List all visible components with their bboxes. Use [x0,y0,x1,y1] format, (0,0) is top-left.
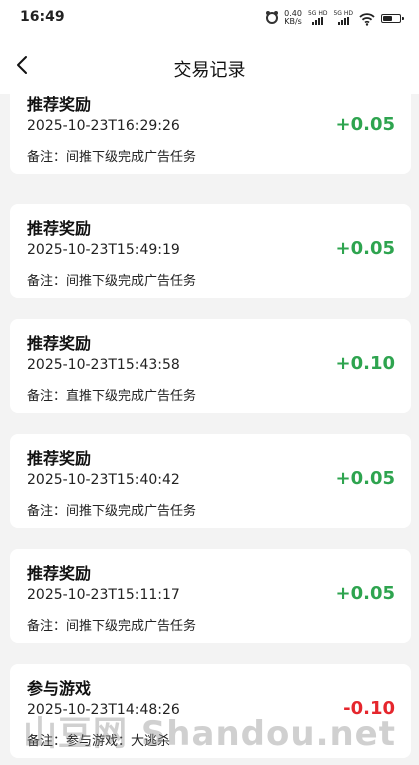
battery-icon [381,13,404,23]
transaction-amount: +0.05 [335,238,396,259]
signal-icon: 5G HD [333,11,353,25]
alarm-icon [266,11,279,24]
wifi-icon [359,11,375,26]
note-label: 备注： [27,504,67,519]
note-text: 间推下级完成广告任务 [66,619,197,634]
transaction-title: 推荐奖励 [27,219,92,238]
net-speed: 0.40 KB/s [284,10,302,26]
transaction-amount: -0.10 [343,698,395,719]
transaction-amount: +0.05 [335,114,396,135]
transaction-time: 2025-10-23T15:49:19 [27,242,180,258]
note-label: 备注： [27,389,67,404]
transaction-note: 备注：间推下级完成广告任务 [27,500,196,519]
note-text: 间推下级完成广告任务 [66,274,197,289]
transaction-time: 2025-10-23T14:48:26 [27,702,180,718]
note-label: 备注： [27,619,67,634]
note-text: 参与游戏：大逃杀 [66,734,171,749]
transaction-title: 推荐奖励 [27,95,92,114]
transaction-card[interactable]: 推荐奖励 2025-10-23T15:40:42 备注：间推下级完成广告任务 +… [10,434,411,528]
transaction-amount: +0.05 [335,468,396,489]
transaction-note: 备注：间推下级完成广告任务 [27,146,196,165]
transaction-note: 备注：参与游戏：大逃杀 [27,730,170,749]
transaction-card[interactable]: 推荐奖励 2025-10-23T15:43:58 备注：直推下级完成广告任务 +… [10,319,411,413]
transaction-note: 备注：间推下级完成广告任务 [27,615,196,634]
transaction-list[interactable]: 推荐奖励 2025-10-23T16:29:26 备注：间推下级完成广告任务 +… [0,94,419,765]
net-speed-unit: KB/s [284,17,302,26]
transaction-amount: +0.05 [335,583,396,604]
transaction-time: 2025-10-23T15:11:17 [27,587,180,603]
transaction-card[interactable]: 推荐奖励 2025-10-23T15:11:17 备注：间推下级完成广告任务 +… [10,549,411,643]
note-label: 备注： [27,734,67,749]
transaction-title: 参与游戏 [27,679,92,698]
transaction-time: 2025-10-23T16:29:26 [27,118,180,134]
transaction-note: 备注：直推下级完成广告任务 [27,385,196,404]
signal-icon: 5G HD [308,11,327,25]
note-label: 备注： [27,150,67,165]
note-text: 间推下级完成广告任务 [66,504,197,519]
transaction-amount: +0.10 [335,353,396,374]
transaction-time: 2025-10-23T15:40:42 [27,472,180,488]
page-title: 交易记录 [173,60,246,81]
transaction-card[interactable]: 推荐奖励 2025-10-23T15:49:19 备注：间推下级完成广告任务 +… [10,204,411,298]
status-time: 16:49 [20,9,65,25]
status-icons: 0.40 KB/s 5G HD 5G HD [266,8,404,28]
transaction-card[interactable]: 参与游戏 2025-10-23T14:48:26 备注：参与游戏：大逃杀 -0.… [10,664,411,758]
transaction-card[interactable]: 推荐奖励 2025-10-23T16:29:26 备注：间推下级完成广告任务 +… [10,94,411,174]
note-label: 备注： [27,274,67,289]
note-text: 间推下级完成广告任务 [66,150,197,165]
note-text: 直推下级完成广告任务 [66,389,197,404]
transaction-note: 备注：间推下级完成广告任务 [27,270,196,289]
status-bar: 16:49 0.40 KB/s 5G HD 5G HD [0,0,419,36]
transaction-title: 推荐奖励 [27,334,92,353]
transaction-title: 推荐奖励 [27,564,92,583]
transaction-title: 推荐奖励 [27,449,92,468]
app-header: 交易记录 [0,36,419,94]
transaction-time: 2025-10-23T15:43:58 [27,357,180,373]
